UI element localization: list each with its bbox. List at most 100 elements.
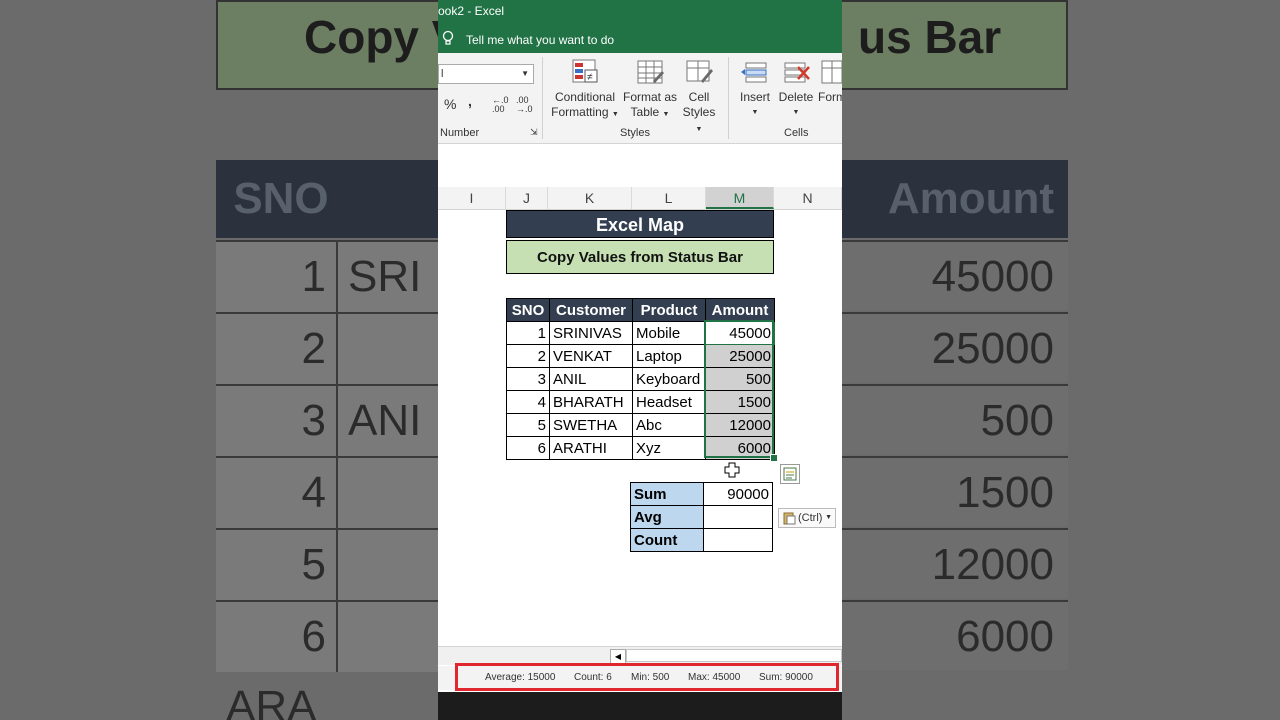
customer-cell[interactable]: VENKAT [549,344,633,368]
fill-handle[interactable] [770,454,778,462]
cells-group-label: Cells [784,127,809,139]
sno-cell[interactable]: 3 [506,367,550,391]
customer-cell[interactable]: SWETHA [549,413,633,437]
column-header[interactable]: I [438,187,506,209]
bg-row: 5SWE [216,528,438,659]
product-cell[interactable]: Abc [632,413,706,437]
amount-cell[interactable]: 6000 [705,436,775,460]
summary-value[interactable]: 90000 [703,482,773,506]
summary-label: Avg [630,505,704,529]
column-headers: I J K L M N [438,187,842,210]
cell-styles-button[interactable]: Cell Styles ▼ [678,57,720,137]
sheet-title: Excel Map [506,210,774,238]
product-cell[interactable]: Headset [632,390,706,414]
sno-cell[interactable]: 2 [506,344,550,368]
bg-amount: 6000 [842,600,1068,670]
bg-amount: 12000 [842,528,1068,598]
cell-styles-icon [686,60,713,83]
amount-cell[interactable]: 25000 [705,344,775,368]
bg-row: 4BHA [216,456,438,587]
summary-row: Count [630,528,773,552]
delete-button[interactable]: Delete ▼ [776,57,816,120]
amount-cell[interactable]: 500 [705,367,775,391]
table-row: 5 SWETHA Abc 12000 [506,413,775,437]
svg-text:≠: ≠ [587,72,593,83]
status-bar-highlight-box [455,663,839,691]
scroll-left-arrow[interactable]: ◀ [610,649,626,664]
insert-button[interactable]: Insert ▼ [736,57,774,120]
customer-cell[interactable]: SRINIVAS [549,321,633,345]
format-button[interactable]: Form [818,57,842,105]
customer-cell[interactable]: ANIL [549,367,633,391]
product-cell[interactable]: Mobile [632,321,706,345]
excel-window: ook2 - Excel Tell me what you want to do… [438,0,842,720]
bg-title-right-text: us Bar [858,11,1002,63]
summary-row: Sum 90000 [630,482,773,506]
summary-value[interactable] [703,505,773,529]
sno-cell[interactable]: 5 [506,413,550,437]
column-header[interactable]: N [774,187,842,209]
quick-analysis-icon[interactable] [780,464,800,484]
table-row: 1 SRINIVAS Mobile 45000 [506,321,775,345]
window-title: ook2 - Excel [438,4,505,18]
chevron-down-icon: ▼ [695,126,703,133]
number-format-dropdown[interactable]: l ▼ [438,64,534,84]
sno-cell[interactable]: 1 [506,321,550,345]
amount-cell-active[interactable]: 45000 [705,321,775,345]
conditional-formatting-icon: ≠ [572,59,598,83]
bg-header-right: Amount [842,160,1068,238]
product-cell[interactable]: Keyboard [632,367,706,391]
ribbon-divider [542,57,543,139]
ribbon-divider [728,57,729,139]
chevron-down-icon: ▼ [825,514,832,521]
bg-header-left: SNOCus [216,160,438,301]
summary-row: Avg [630,505,773,529]
column-header[interactable]: L [632,187,706,209]
bg-amount: 45000 [842,240,1068,310]
paste-options-button[interactable]: (Ctrl) ▼ [778,508,836,528]
formula-bar-area[interactable] [438,144,842,189]
percent-button[interactable]: % [444,96,456,112]
clipboard-icon [783,512,796,525]
styles-group-label: Styles [620,127,650,139]
amount-cell[interactable]: 1500 [705,390,775,414]
column-header-selected[interactable]: M [706,187,774,209]
amount-cell[interactable]: 12000 [705,413,775,437]
column-header[interactable]: K [548,187,632,209]
bottom-black-bar [438,692,842,720]
customer-cell[interactable]: BHARATH [549,390,633,414]
lightbulb-icon [442,30,454,45]
chevron-down-icon: ▼ [751,109,759,116]
comma-button[interactable]: , [468,93,472,109]
conditional-formatting-button[interactable]: ≠ Conditional Formatting ▼ [550,57,620,122]
dialog-launcher-icon[interactable]: ⇲ [530,127,538,138]
bg-row: 6ARA [216,600,438,720]
format-as-table-button[interactable]: Format as Table ▼ [622,57,678,122]
chevron-down-icon: ▼ [792,109,800,116]
table-header: Customer [549,298,633,322]
summary-label: Count [630,528,704,552]
increase-decimal-button[interactable]: ←.0 .00 [492,96,512,114]
sno-cell[interactable]: 4 [506,390,550,414]
data-table: SNO Customer Product Amount 1 SRINIVAS M… [506,298,775,460]
summary-label: Sum [630,482,704,506]
product-cell[interactable]: Xyz [632,436,706,460]
table-header: SNO [506,298,550,322]
number-group-label: Number [440,127,480,139]
sheet-subtitle: Copy Values from Status Bar [506,240,774,274]
product-cell[interactable]: Laptop [632,344,706,368]
delete-icon [784,62,810,83]
table-row: 6 ARATHI Xyz 6000 [506,436,775,460]
bg-amount: 500 [842,384,1068,454]
chevron-down-icon: ▼ [611,111,619,118]
column-header[interactable]: J [506,187,548,209]
scrollbar-thumb[interactable] [626,649,842,662]
worksheet-grid[interactable]: Excel Map Copy Values from Status Bar SN… [438,210,842,640]
title-bar: ook2 - Excel Tell me what you want to do [438,0,842,53]
sno-cell[interactable]: 6 [506,436,550,460]
summary-value[interactable] [703,528,773,552]
customer-cell[interactable]: ARATHI [549,436,633,460]
tell-me-search[interactable]: Tell me what you want to do [466,33,614,47]
format-as-table-icon [637,60,664,84]
decrease-decimal-button[interactable]: .00 →.0 [516,96,536,114]
